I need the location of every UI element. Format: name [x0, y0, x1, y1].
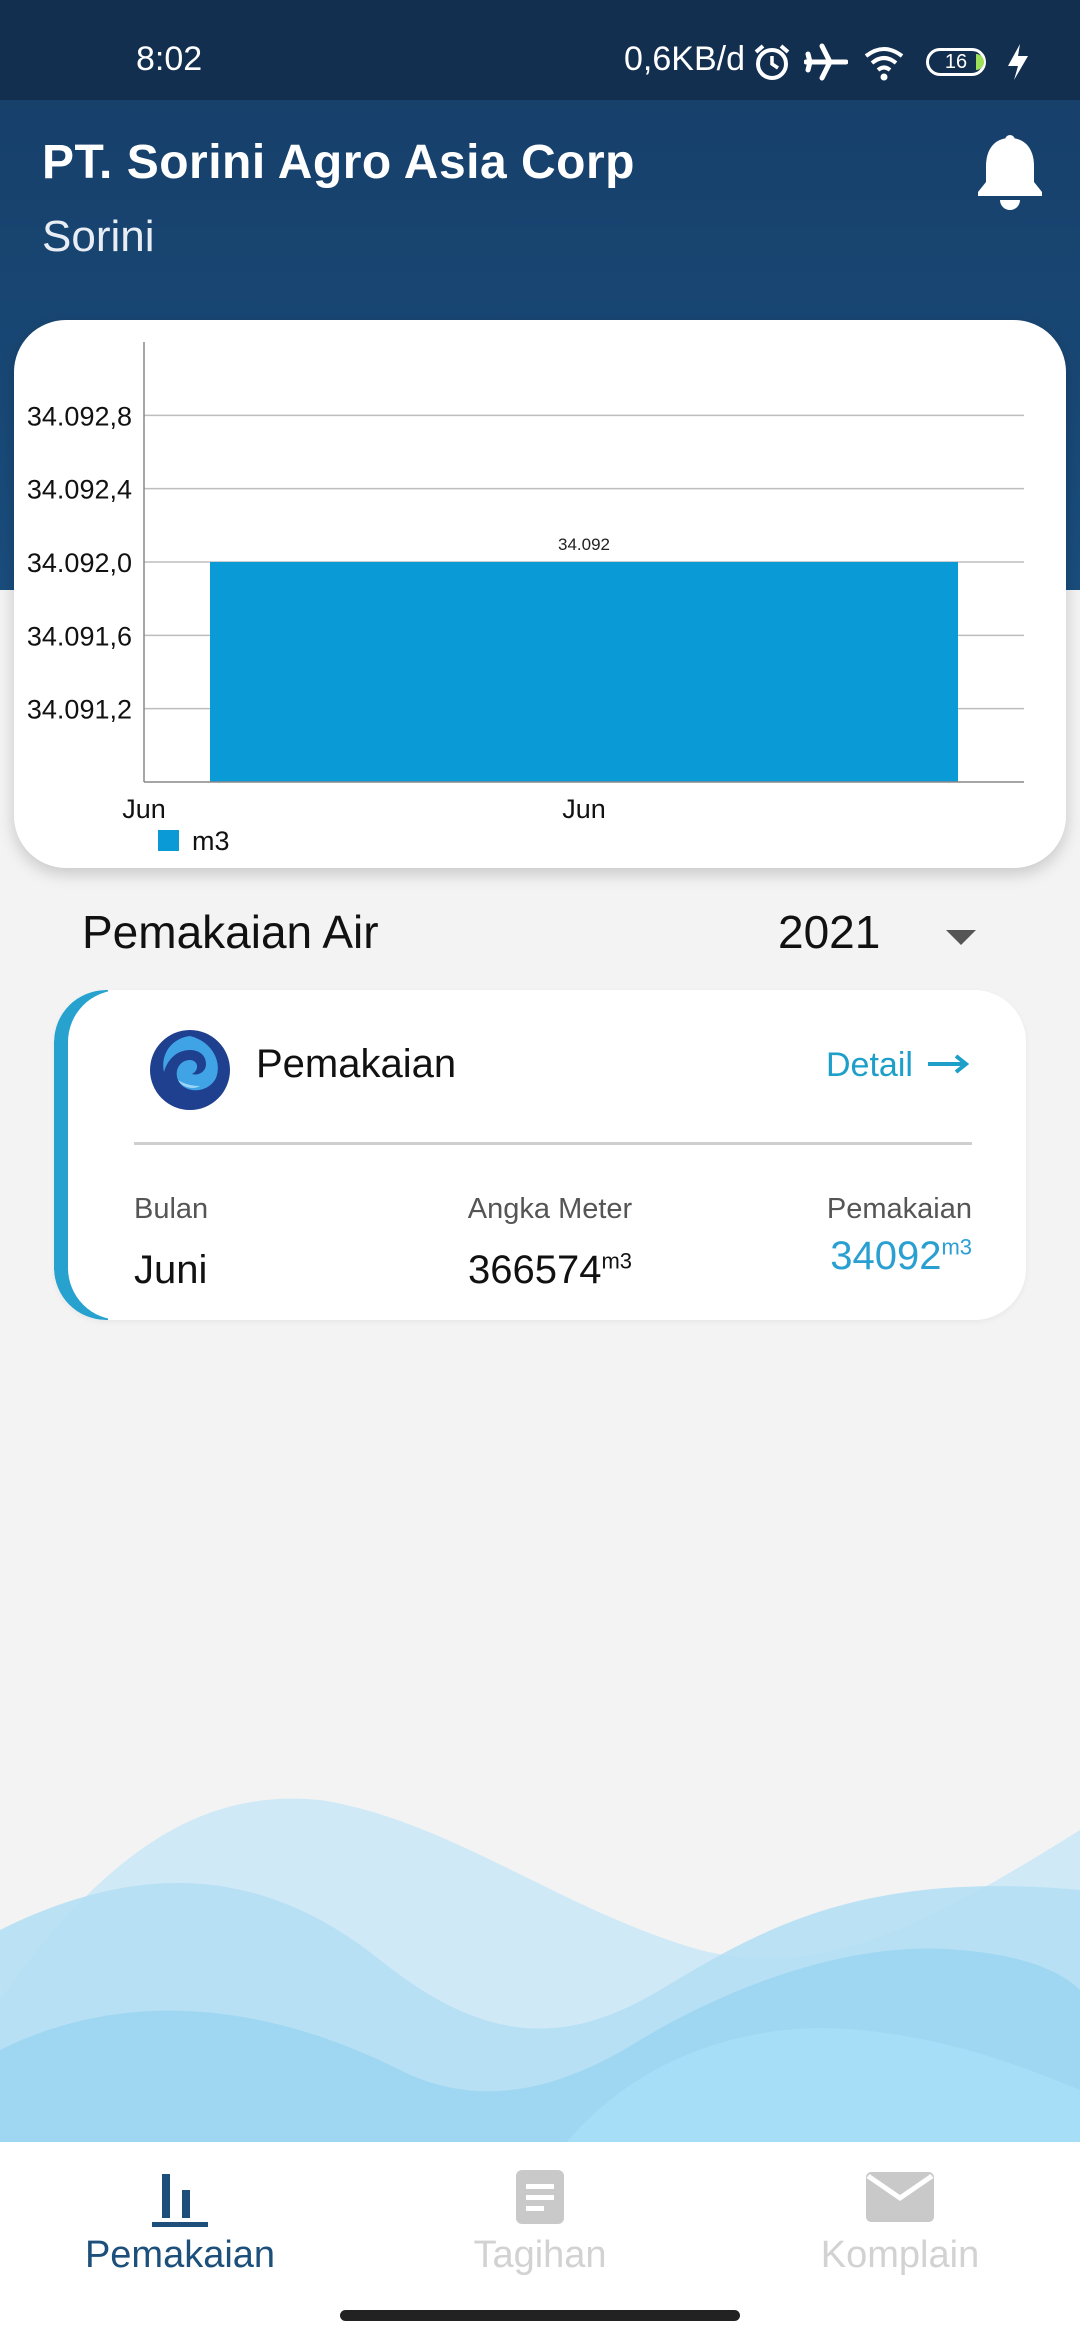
bell-icon[interactable] [972, 132, 1048, 212]
wifi-icon [864, 47, 904, 81]
usage-chart-card: 34.091,2 34.091,6 34.092,0 34.092,4 34.092,8… [14, 320, 1066, 868]
nav-item-pemakaian[interactable]: Pemakaian [0, 2142, 360, 2340]
battery-icon: 16 [926, 48, 986, 76]
nav-item-komplain[interactable]: Komplain [720, 2142, 1080, 2340]
x-tick-label: Jun [122, 794, 166, 824]
water-company-logo-icon [150, 1030, 230, 1110]
x-tick-label: Jun [562, 794, 606, 824]
bar-chart-icon [152, 2174, 208, 2227]
nav-label-komplain: Komplain [820, 2234, 980, 2276]
y-tick-label: 34.092,0 [27, 548, 132, 578]
bar [210, 562, 958, 782]
company-name: PT. Sorini Agro Asia Corp [42, 136, 635, 189]
meter-value: 366574m3 [400, 1248, 700, 1293]
decorative-waves [0, 1798, 1080, 2150]
nav-label-tagihan: Tagihan [473, 2234, 607, 2276]
card-body: Pemakaian Detail Bulan Angka Meter Pemak… [68, 990, 1026, 1320]
usage-card-title: Pemakaian [256, 1042, 457, 1086]
meter-number: 366574 [467, 1248, 602, 1292]
card-divider [134, 1142, 972, 1145]
site-name: Sorini [42, 212, 155, 261]
detail-link[interactable]: Detail [826, 1040, 976, 1088]
usage-card: Pemakaian Detail Bulan Angka Meter Pemak… [54, 990, 1026, 1320]
bar-data-label: 34.092 [558, 535, 610, 554]
usage-number: 34092 [830, 1234, 942, 1278]
alarm-icon [754, 44, 790, 80]
year-value: 2021 [778, 906, 881, 958]
detail-label: Detail [826, 1046, 913, 1084]
month-label: Bulan [134, 1193, 209, 1225]
y-tick-label: 34.092,8 [27, 401, 132, 431]
y-tick-label: 34.092,4 [27, 475, 132, 505]
y-tick-label: 34.091,2 [27, 695, 132, 725]
usage-label: Pemakaian [826, 1193, 972, 1225]
y-tick-label: 34.091,6 [27, 621, 132, 651]
usage-bar-chart: 34.091,2 34.091,6 34.092,0 34.092,4 34.092,8… [27, 342, 1024, 856]
document-icon [516, 2170, 564, 2224]
mail-icon [866, 2172, 934, 2222]
nav-label-pemakaian: Pemakaian [84, 2234, 276, 2276]
status-time: 8:02 [136, 40, 203, 78]
meter-label: Angka Meter [467, 1193, 633, 1225]
status-bar: 8:02 0,6KB/d 16 [0, 0, 1080, 100]
month-value: Juni [134, 1248, 208, 1292]
legend-swatch [158, 830, 179, 851]
arrow-right-icon [928, 1054, 970, 1074]
caret-down-icon [946, 930, 976, 945]
section-title: Pemakaian Air [82, 906, 379, 958]
usage-value: 34092m3 [672, 1234, 972, 1279]
charging-icon [1008, 44, 1028, 80]
usage-unit: m3 [941, 1234, 972, 1260]
home-indicator[interactable] [340, 2310, 740, 2321]
legend-label: m3 [192, 826, 230, 856]
year-dropdown[interactable]: 2021 [770, 900, 990, 964]
airplane-icon [804, 43, 848, 81]
meter-unit: m3 [601, 1248, 633, 1274]
network-speed: 0,6KB/d [624, 40, 745, 78]
